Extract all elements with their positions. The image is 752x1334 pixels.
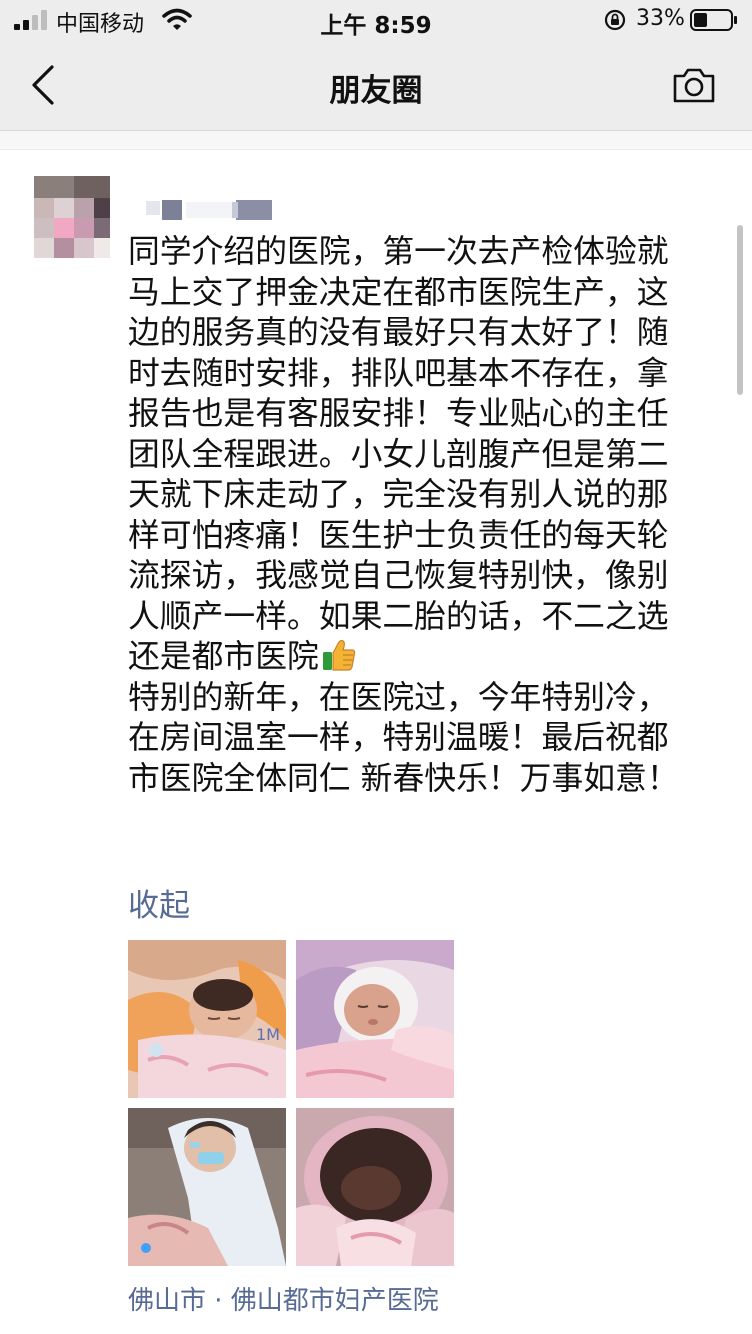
post-line: 边的服务真的没有最好只有太好了！随 xyxy=(128,314,669,351)
battery-percent: 33% xyxy=(636,6,685,31)
post-line: 市医院全体同仁 新春快乐！万事如意！ xyxy=(128,759,679,797)
scrollbar[interactable] xyxy=(737,225,743,395)
divider xyxy=(0,131,752,150)
post-line: 流探访，我感觉自己恢复特别快，像别 xyxy=(128,557,669,594)
thumbs-up-icon xyxy=(322,639,355,671)
battery-icon xyxy=(690,9,737,31)
svg-text:1M: 1M xyxy=(256,1025,280,1044)
status-bar: 中国移动 上午 8:59 33% xyxy=(0,0,752,40)
avatar-image xyxy=(34,176,110,258)
bassinet-photo xyxy=(296,1108,454,1266)
nickname-obscured[interactable] xyxy=(128,196,298,224)
post-line: 人顺产一样。如果二胎的话，不二之选 xyxy=(128,597,669,635)
rotation-lock-icon xyxy=(604,9,626,31)
post-line: 报告也是有客服安排！专业贴心的主任 xyxy=(128,395,669,432)
post-line: 天就下床走动了，完全没有别人说的那 xyxy=(128,476,669,513)
post-content: 同学介绍的医院，第一次去产检体验就 马上交了押金决定在都市医院生产，这 边的服务… xyxy=(128,232,728,799)
post-line: 特别的新年，在医院过，今年特别冷， xyxy=(128,678,669,716)
post-line: 马上交了押金决定在都市医院生产，这 xyxy=(128,273,669,311)
post-line: 样可怕疼痛！医生护士负责任的每天轮 xyxy=(128,516,669,554)
screen: 中国移动 上午 8:59 33% 朋友圈 同学介绍的医院，第一次去产检体验就 马… xyxy=(0,0,752,1334)
post-line: 团队全程跟进。小女儿剖腹产但是第二 xyxy=(128,435,669,473)
newborn-photo-2 xyxy=(296,940,454,1098)
photo-newborn-2[interactable] xyxy=(296,940,454,1098)
photo-newborn-1[interactable]: 1M xyxy=(128,940,286,1098)
post-line-with-emoji: 还是都市医院 xyxy=(128,637,728,678)
post-line: 时去随时安排，排队吧基本不存在，拿 xyxy=(128,354,669,392)
post-line: 在房间温室一样，特别温暖！最后祝都 xyxy=(128,719,669,756)
photo-bassinet[interactable] xyxy=(296,1108,454,1266)
photo-doctor[interactable] xyxy=(128,1108,286,1266)
doctor-photo xyxy=(128,1108,286,1266)
location-link[interactable]: 佛山市 · 佛山都市妇产医院 xyxy=(128,1280,439,1317)
collapse-link[interactable]: 收起 xyxy=(128,880,190,925)
post-line: 还是都市医院 xyxy=(128,638,319,675)
page-title: 朋友圈 xyxy=(329,73,423,109)
camera-icon[interactable] xyxy=(672,66,716,104)
newborn-photo-1: 1M xyxy=(128,940,286,1098)
nav-bar: 朋友圈 xyxy=(0,40,752,131)
avatar[interactable] xyxy=(34,176,110,258)
post-line: 同学介绍的医院，第一次去产检体验就 xyxy=(128,233,669,270)
